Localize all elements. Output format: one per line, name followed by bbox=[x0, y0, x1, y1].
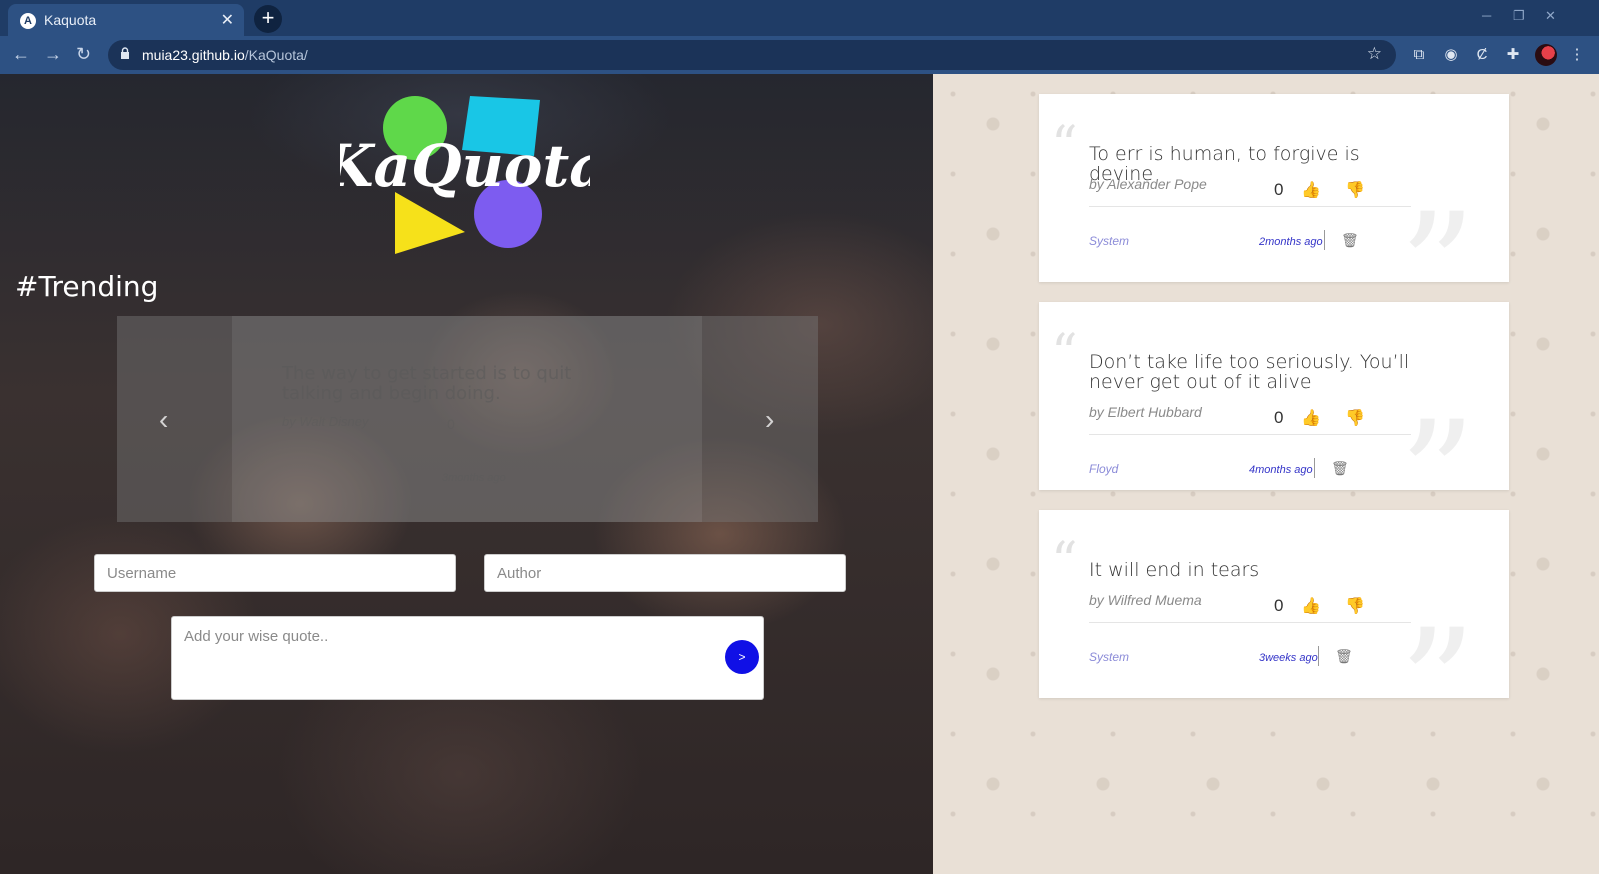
close-quote-icon: ” bbox=[1399, 182, 1476, 282]
thumbs-up-icon[interactable]: 👍 bbox=[1301, 180, 1321, 200]
vote-count: 0 bbox=[1274, 180, 1284, 199]
close-quote-icon: ” bbox=[1399, 598, 1476, 698]
browser-tabbar: A Kaquota ✕ + ─ ❐ ✕ bbox=[0, 0, 1599, 36]
time-separator bbox=[1318, 646, 1319, 666]
poster-name: Floyd bbox=[1089, 462, 1119, 476]
quote-author: by Wilfred Muema bbox=[1089, 592, 1202, 608]
vote-count: 0 bbox=[1274, 596, 1284, 615]
close-quote-icon: ” bbox=[1399, 390, 1476, 490]
author-input[interactable]: Author bbox=[484, 554, 846, 592]
username-input[interactable]: Username bbox=[94, 554, 456, 592]
browser-toolbar: ← → ↻ muia23.github.io/KaQuota/ ☆ ⧉ ◉ Ȼ … bbox=[0, 36, 1599, 74]
trash-icon[interactable]: 🗑 bbox=[1335, 648, 1353, 665]
close-tab-icon[interactable]: ✕ bbox=[221, 10, 234, 30]
quotes-panel: “ ” To err is human, to forgive is devin… bbox=[933, 74, 1599, 874]
posted-time: 2months ago bbox=[1259, 236, 1323, 248]
favicon-icon: A bbox=[20, 13, 36, 29]
divider bbox=[1089, 622, 1411, 623]
bookmark-star-icon[interactable]: ☆ bbox=[1367, 44, 1382, 64]
posted-time: 4months ago bbox=[1249, 464, 1313, 476]
carousel-vote-count: 0 bbox=[447, 416, 455, 432]
divider bbox=[1089, 434, 1411, 435]
submit-quote-button[interactable]: > bbox=[725, 640, 759, 674]
quote-textarea[interactable]: Add your wise quote.. bbox=[171, 616, 764, 700]
window-close-icon[interactable]: ✕ bbox=[1545, 8, 1556, 24]
time-separator bbox=[1314, 458, 1315, 478]
carousel-next-icon[interactable]: › bbox=[765, 404, 774, 436]
menu-kebab-icon[interactable]: ⋮ bbox=[1568, 46, 1586, 64]
open-quote-icon: “ bbox=[1051, 116, 1078, 176]
new-tab-button[interactable]: + bbox=[254, 5, 282, 33]
browser-tab[interactable]: A Kaquota ✕ bbox=[8, 4, 244, 36]
url-text: muia23.github.io/KaQuota/ bbox=[142, 47, 308, 63]
time-separator bbox=[1324, 230, 1325, 250]
quote-text: It will end in tears bbox=[1089, 559, 1260, 581]
carousel-quote-author: by Walt Disney bbox=[282, 414, 369, 429]
extensions-puzzle-icon[interactable]: ✚ bbox=[1504, 46, 1522, 64]
quote-card: “ ” To err is human, to forgive is devin… bbox=[1039, 94, 1509, 282]
quote-author: by Alexander Pope bbox=[1089, 176, 1207, 192]
thumbs-down-icon[interactable]: 👎 bbox=[1345, 408, 1365, 428]
thumbs-down-icon[interactable]: 👎 bbox=[1345, 596, 1365, 616]
thumbs-down-icon[interactable]: 👎 bbox=[1345, 180, 1365, 200]
carousel-posted-time: 3months ago bbox=[442, 472, 506, 484]
address-bar[interactable]: muia23.github.io/KaQuota/ ☆ bbox=[108, 40, 1396, 70]
quote-card: “ ” Don’t take life too seriously. You’l… bbox=[1039, 302, 1509, 490]
thumbs-up-icon[interactable]: 👍 bbox=[1301, 596, 1321, 616]
poster-name: System bbox=[1089, 234, 1130, 248]
quote-author: by Elbert Hubbard bbox=[1089, 404, 1202, 420]
back-icon[interactable]: ← bbox=[12, 44, 30, 65]
lock-icon bbox=[121, 47, 129, 59]
poster-name: System bbox=[1089, 650, 1130, 664]
trending-heading: #Trending bbox=[15, 270, 159, 303]
quote-text: Don’t take life too seriously. You’ll ne… bbox=[1089, 351, 1410, 393]
quote-card: “ ” It will end in tears by Wilfred Muem… bbox=[1039, 510, 1509, 698]
open-quote-icon: “ bbox=[1051, 324, 1078, 384]
reload-icon[interactable]: ↻ bbox=[76, 44, 91, 65]
forward-icon[interactable]: → bbox=[44, 44, 62, 65]
kaquota-logo: KaQuota bbox=[340, 96, 590, 254]
extension-circle-icon[interactable]: ◉ bbox=[1442, 46, 1460, 64]
hero-panel: KaQuota #Trending The way to get started… bbox=[0, 74, 933, 874]
trending-carousel: The way to get started is to quit talkin… bbox=[117, 316, 818, 522]
minimize-icon[interactable]: ─ bbox=[1482, 8, 1491, 23]
extension-c-icon[interactable]: Ȼ bbox=[1473, 46, 1491, 64]
thumbs-up-icon[interactable]: 👍 bbox=[1301, 408, 1321, 428]
trash-icon[interactable]: 🗑 bbox=[1331, 460, 1349, 477]
restore-icon[interactable]: ❐ bbox=[1513, 8, 1525, 24]
extension-copy-icon[interactable]: ⧉ bbox=[1410, 46, 1428, 64]
divider bbox=[1089, 206, 1411, 207]
posted-time: 3weeks ago bbox=[1259, 652, 1318, 664]
tab-title: Kaquota bbox=[44, 12, 97, 28]
carousel-prev-icon[interactable]: ‹ bbox=[159, 404, 168, 436]
vote-count: 0 bbox=[1274, 408, 1284, 427]
trash-icon[interactable]: 🗑 bbox=[1341, 232, 1359, 249]
svg-text:KaQuota: KaQuota bbox=[340, 132, 590, 200]
open-quote-icon: “ bbox=[1051, 532, 1078, 592]
profile-avatar[interactable] bbox=[1535, 44, 1557, 66]
carousel-quote-text: The way to get started is to quit talkin… bbox=[282, 363, 572, 404]
